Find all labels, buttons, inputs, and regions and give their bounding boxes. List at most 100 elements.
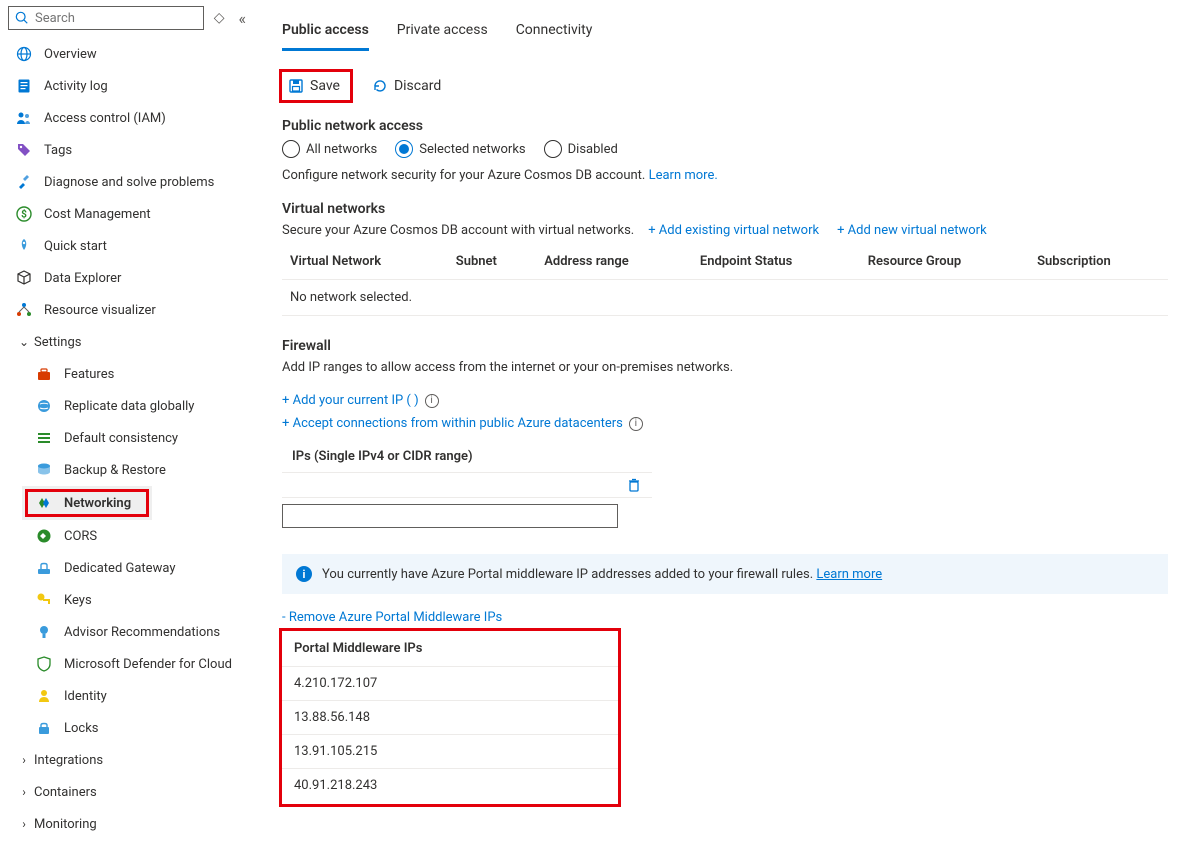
rocket-icon [16, 238, 32, 254]
nav-containers-group[interactable]: ›Containers [0, 776, 258, 808]
col-resource-group: Resource Group [860, 248, 1029, 280]
radio-disabled[interactable]: Disabled [544, 140, 618, 158]
nav-diagnose[interactable]: Diagnose and solve problems [0, 166, 258, 198]
radio-all-networks[interactable]: All networks [282, 140, 377, 158]
nav-label: Replicate data globally [64, 399, 194, 414]
nav-label: Access control (IAM) [44, 111, 166, 126]
radio-label: Disabled [568, 142, 618, 157]
tab-connectivity[interactable]: Connectivity [516, 16, 593, 51]
nav-advisor[interactable]: Advisor Recommendations [0, 616, 258, 648]
search-input[interactable] [33, 10, 197, 27]
nav-label: Keys [64, 593, 92, 608]
nav-label: Tags [44, 143, 72, 158]
accept-datacenters-link[interactable]: + Accept connections from within public … [282, 416, 623, 431]
info-icon: i [296, 566, 312, 582]
nav-identity[interactable]: Identity [0, 680, 258, 712]
portal-middleware-ips: Portal Middleware IPs 4.210.172.107 13.8… [282, 631, 618, 804]
nav-label: Data Explorer [44, 271, 121, 286]
search-box[interactable] [8, 6, 204, 30]
discard-icon [372, 78, 388, 94]
nav-cors[interactable]: CORS [0, 520, 258, 552]
network-icon [36, 495, 52, 511]
consistency-icon [36, 430, 52, 446]
cors-icon [36, 528, 52, 544]
vnet-title: Virtual networks [282, 201, 1168, 217]
delete-icon[interactable] [626, 477, 642, 493]
key-icon [36, 592, 52, 608]
nav-activity-log[interactable]: Activity log [0, 70, 258, 102]
public-access-title: Public network access [282, 118, 1168, 134]
nav-consistency[interactable]: Default consistency [0, 422, 258, 454]
discard-button[interactable]: Discard [364, 72, 449, 100]
col-subscription: Subscription [1029, 248, 1168, 280]
nav-label: Cost Management [44, 207, 151, 222]
nav-cost[interactable]: $Cost Management [0, 198, 258, 230]
graph-icon [16, 302, 32, 318]
log-icon [16, 78, 32, 94]
add-new-vnet-link[interactable]: + Add new virtual network [837, 223, 987, 238]
firewall-desc: Add IP ranges to allow access from the i… [282, 360, 1168, 375]
chevron-right-icon: › [16, 753, 32, 767]
nav-keys[interactable]: Keys [0, 584, 258, 616]
portal-ips-title: Portal Middleware IPs [282, 631, 618, 666]
nav-iam[interactable]: Access control (IAM) [0, 102, 258, 134]
radio-selected-networks[interactable]: Selected networks [395, 140, 525, 158]
tag-icon [16, 142, 32, 158]
learn-more-link[interactable]: Learn more [816, 567, 882, 582]
nav-overview[interactable]: Overview [0, 38, 258, 70]
lock-icon [36, 720, 52, 736]
nav-locks[interactable]: Locks [0, 712, 258, 744]
nav-gateway[interactable]: Dedicated Gateway [0, 552, 258, 584]
chevron-down-icon: ⌄ [16, 335, 32, 349]
save-label: Save [310, 78, 340, 94]
nav-label: Containers [34, 785, 97, 800]
nav-features[interactable]: Features [0, 358, 258, 390]
tab-private-access[interactable]: Private access [397, 16, 488, 51]
nav-label: Settings [34, 335, 81, 350]
nav-label: Integrations [34, 753, 103, 768]
ip-input[interactable] [282, 504, 618, 528]
firewall-title: Firewall [282, 338, 1168, 354]
nav-settings-group[interactable]: ⌄Settings [0, 326, 258, 358]
nav-quickstart[interactable]: Quick start [0, 230, 258, 262]
nav-defender[interactable]: Microsoft Defender for Cloud [0, 648, 258, 680]
col-address-range: Address range [536, 248, 692, 280]
vnet-empty-row: No network selected. [282, 280, 1168, 316]
public-access-radios: All networks Selected networks Disabled [282, 140, 1168, 158]
add-existing-vnet-link[interactable]: + Add existing virtual network [648, 223, 819, 238]
nav-data-explorer[interactable]: Data Explorer [0, 262, 258, 294]
ip-section: IPs (Single IPv4 or CIDR range) [282, 441, 1168, 528]
search-keyvault-icon[interactable]: ◇ [210, 10, 229, 26]
nav-tags[interactable]: Tags [0, 134, 258, 166]
info-banner: i You currently have Azure Portal middle… [282, 554, 1168, 594]
nav-monitoring-group[interactable]: ›Monitoring [0, 808, 258, 840]
discard-label: Discard [394, 78, 441, 94]
nav-label: Diagnose and solve problems [44, 175, 214, 190]
vnet-table: Virtual Network Subnet Address range End… [282, 248, 1168, 316]
nav-label: Backup & Restore [64, 463, 166, 478]
remove-middleware-link[interactable]: - Remove Azure Portal Middleware IPs [282, 610, 1168, 625]
collapse-sidebar-icon[interactable]: « [234, 9, 250, 28]
nav-label: CORS [64, 529, 97, 544]
people-icon [16, 110, 32, 126]
nav-backup[interactable]: Backup & Restore [0, 454, 258, 486]
nav-integrations-group[interactable]: ›Integrations [0, 744, 258, 776]
info-icon[interactable]: i [629, 417, 643, 431]
save-icon [288, 78, 304, 94]
save-button[interactable]: Save [282, 72, 350, 100]
nav-networking[interactable]: Networking [22, 486, 152, 520]
add-current-ip-link[interactable]: + Add your current IP ( ) [282, 393, 419, 408]
nav-resource-visualizer[interactable]: Resource visualizer [0, 294, 258, 326]
portal-ip-row: 13.91.105.215 [282, 734, 618, 768]
learn-more-link[interactable]: Learn more. [649, 168, 718, 183]
gateway-icon [36, 560, 52, 576]
tab-public-access[interactable]: Public access [282, 16, 369, 51]
col-virtual-network: Virtual Network [282, 248, 448, 280]
nav-label: Networking [64, 496, 131, 511]
info-icon[interactable]: i [425, 394, 439, 408]
nav-label: Identity [64, 689, 107, 704]
nav-label: Resource visualizer [44, 303, 156, 318]
backup-icon [36, 462, 52, 478]
nav-replicate[interactable]: Replicate data globally [0, 390, 258, 422]
chevron-right-icon: › [16, 785, 32, 799]
